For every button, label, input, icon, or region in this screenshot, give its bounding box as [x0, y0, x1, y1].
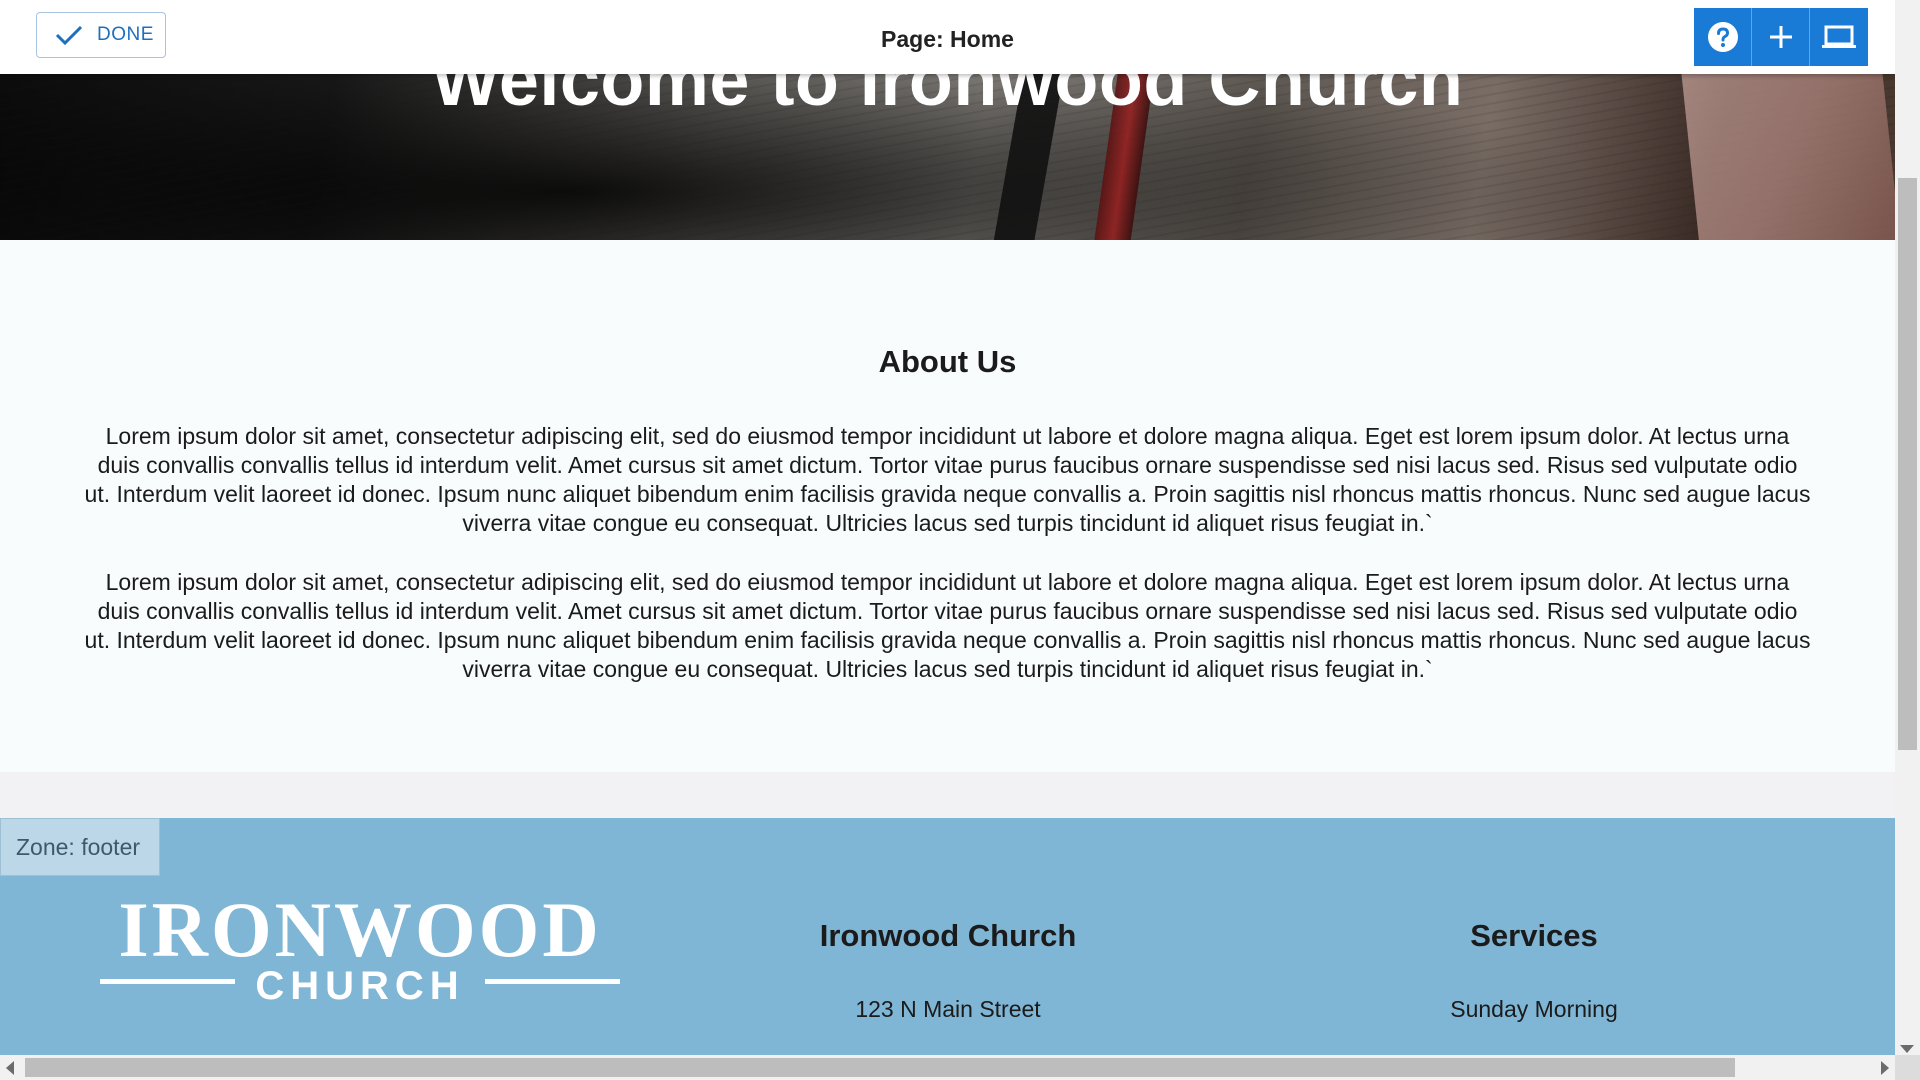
zone-label[interactable]: Zone: footer [0, 818, 160, 876]
about-paragraph: Lorem ipsum dolor sit amet, consectetur … [84, 423, 1811, 536]
footer-church-column: Ironwood Church 123 N Main Street [780, 918, 1116, 1023]
ironwood-church-logo: IRONWOOD CHURCH [100, 894, 620, 1004]
laptop-icon [1822, 25, 1856, 48]
add-button[interactable] [1752, 8, 1810, 66]
footer-zone: Zone: footer IRONWOOD CHURCH Ironwood Ch… [0, 818, 1895, 1055]
about-section: About Us Lorem ipsum dolor sit amet, con… [0, 240, 1895, 772]
logo-line1: IRONWOOD [118, 894, 601, 973]
help-icon [1707, 22, 1738, 52]
footer-church-heading: Ironwood Church [819, 918, 1077, 953]
logo-line2: CHURCH [255, 964, 464, 1004]
footer-services-line: Sunday Morning [1450, 996, 1618, 1022]
horizontal-scrollbar[interactable] [0, 1055, 1895, 1080]
logo-rule-right [485, 979, 620, 984]
vertical-scrollbar[interactable] [1895, 0, 1920, 1055]
footer-church-address: 123 N Main Street [855, 996, 1041, 1022]
scrollbar-corner [1895, 1055, 1920, 1080]
toolbar-actions [1694, 8, 1868, 66]
editor-toolbar: DONE Page: Home [0, 0, 1895, 74]
plus-icon [1769, 26, 1792, 48]
help-button[interactable] [1694, 8, 1752, 66]
vertical-scroll-thumb[interactable] [1898, 178, 1917, 750]
horizontal-scroll-thumb[interactable] [25, 1058, 1735, 1077]
about-heading: About Us [878, 344, 1017, 379]
footer-services-column: Services Sunday Morning [1366, 918, 1702, 1023]
logo-rule-left [100, 979, 235, 984]
page-title: Page: Home [881, 26, 1014, 52]
footer-services-heading: Services [1470, 918, 1598, 953]
about-paragraph: Lorem ipsum dolor sit amet, consectetur … [84, 569, 1811, 682]
scroll-left-arrow-icon[interactable] [6, 1061, 14, 1075]
page-viewport: Welcome to Ironwood Church About Us Lore… [0, 0, 1895, 1055]
scroll-down-arrow-icon[interactable] [1900, 1045, 1914, 1053]
scroll-right-arrow-icon[interactable] [1881, 1061, 1889, 1075]
device-preview-button[interactable] [1810, 8, 1868, 66]
